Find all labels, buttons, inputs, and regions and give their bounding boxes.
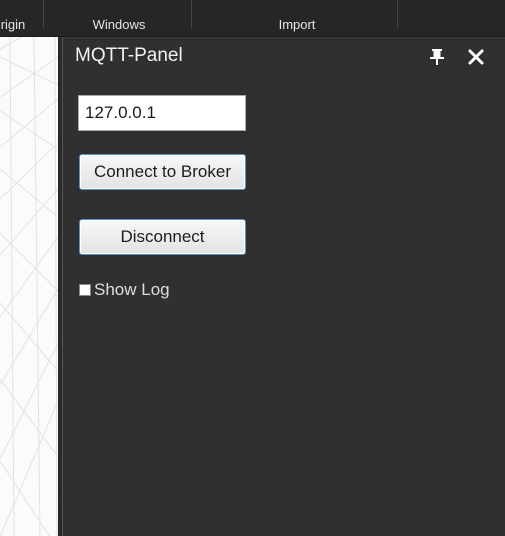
show-log-checkbox[interactable] (79, 284, 91, 296)
connect-to-broker-button[interactable]: Connect to Broker (79, 154, 246, 190)
viewport-grid (0, 37, 58, 536)
app-window: rigin Windows Import MQTT-Panel 127.0.0.… (0, 0, 505, 536)
menu-item-origin[interactable]: rigin (0, 17, 26, 33)
menu-separator (397, 0, 398, 28)
menu-separator (191, 0, 192, 28)
panel-title: MQTT-Panel (75, 45, 183, 66)
pin-icon[interactable] (429, 48, 445, 66)
scene-viewport[interactable] (0, 37, 58, 536)
broker-host-input[interactable] (78, 95, 246, 131)
mqtt-panel: MQTT-Panel Connect to Broker Disconnect … (62, 37, 505, 536)
show-log-toggle[interactable]: Show Log (79, 279, 170, 301)
menubar: rigin Windows Import (0, 0, 505, 37)
disconnect-button[interactable]: Disconnect (79, 219, 246, 255)
menu-item-windows[interactable]: Windows (80, 17, 158, 33)
show-log-label: Show Log (94, 280, 170, 299)
menu-separator (43, 0, 44, 28)
menu-item-import[interactable]: Import (265, 17, 329, 33)
close-icon[interactable] (466, 47, 486, 67)
